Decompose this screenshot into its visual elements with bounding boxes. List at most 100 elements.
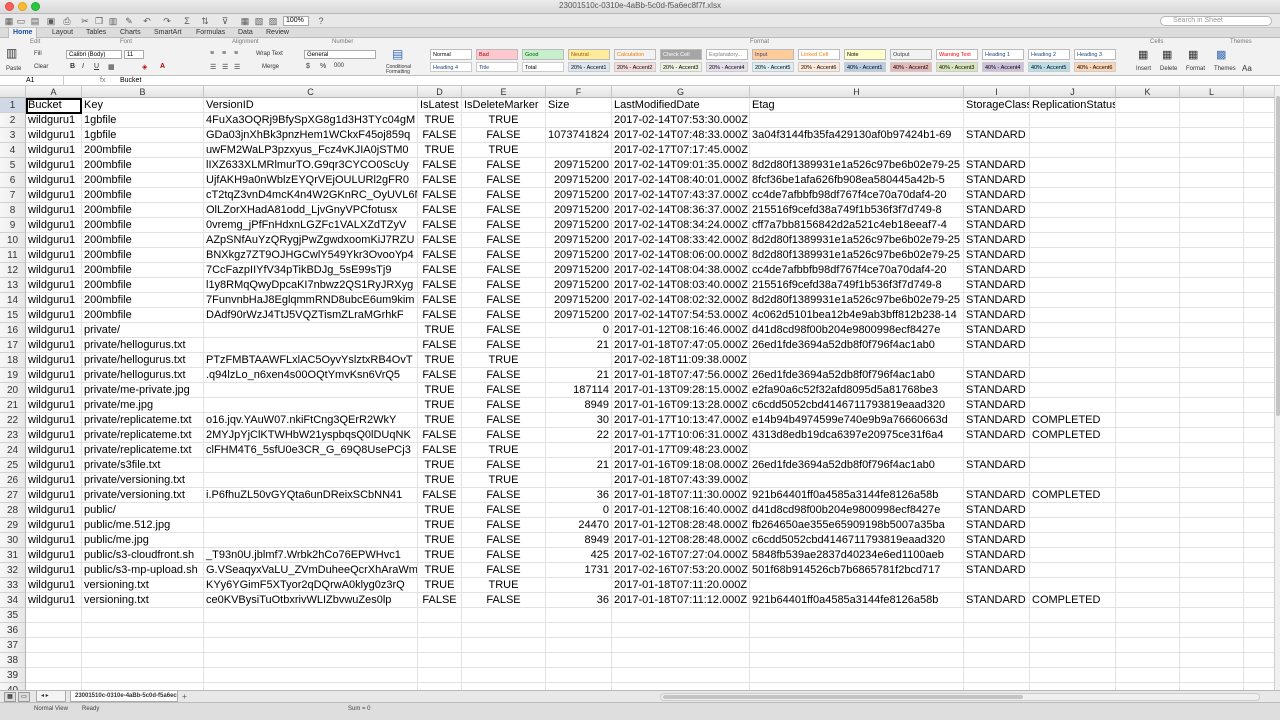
cell[interactable]: FALSE bbox=[418, 158, 462, 173]
cell[interactable]: 1073741824 bbox=[546, 128, 612, 143]
zoom-selector[interactable]: 100% bbox=[283, 16, 309, 26]
cell[interactable]: TRUE bbox=[418, 578, 462, 593]
cell[interactable]: wildguru1 bbox=[26, 353, 82, 368]
cell[interactable] bbox=[1116, 488, 1180, 503]
row-header[interactable]: 1 bbox=[0, 98, 26, 113]
cell[interactable]: FALSE bbox=[418, 128, 462, 143]
row-header[interactable]: 39 bbox=[0, 668, 26, 683]
redo-icon[interactable]: ↷ bbox=[162, 16, 172, 26]
cell[interactable] bbox=[750, 443, 964, 458]
cell[interactable]: 2017-02-18T11:09:38.000Z bbox=[612, 353, 750, 368]
cell[interactable] bbox=[964, 473, 1030, 488]
cell[interactable]: STANDARD bbox=[964, 323, 1030, 338]
column-header-8[interactable]: I bbox=[964, 86, 1030, 98]
themes-icon[interactable]: ▩ bbox=[1216, 48, 1226, 61]
cell[interactable]: FALSE bbox=[462, 128, 546, 143]
cell[interactable]: STANDARD bbox=[964, 308, 1030, 323]
cell[interactable] bbox=[204, 398, 418, 413]
cell[interactable] bbox=[418, 683, 462, 690]
cell[interactable]: BNXkgz7ZT9OJHGCwlY549Ykr3OvooYp4 bbox=[204, 248, 418, 263]
cell[interactable] bbox=[418, 653, 462, 668]
cell[interactable]: o16.jqv.YAuW07.nkiFtCng3QErR2WkY bbox=[204, 413, 418, 428]
cell[interactable]: private/ bbox=[82, 323, 204, 338]
cell[interactable] bbox=[26, 653, 82, 668]
header-cell[interactable] bbox=[1180, 98, 1244, 113]
cell-style-bottom-5[interactable]: 20% - Accent3 bbox=[660, 62, 702, 72]
cell[interactable]: 2017-01-18T07:47:56.000Z bbox=[612, 368, 750, 383]
cell[interactable] bbox=[1180, 623, 1244, 638]
cell[interactable]: 7CcFazpIIYfV34pTikBDJg_5sE99sTj9 bbox=[204, 263, 418, 278]
cell[interactable]: l1y8RMqQwyDpcaKI7nbwz2QS1RyJRXyg bbox=[204, 278, 418, 293]
cell[interactable] bbox=[1030, 338, 1116, 353]
cell[interactable] bbox=[1180, 158, 1244, 173]
cell[interactable] bbox=[1180, 173, 1244, 188]
cell[interactable]: FALSE bbox=[418, 248, 462, 263]
cell[interactable] bbox=[750, 353, 964, 368]
cell[interactable]: 200mbfile bbox=[82, 278, 204, 293]
cell[interactable] bbox=[1116, 338, 1180, 353]
cell-style-top-4[interactable]: Calculation bbox=[614, 49, 656, 60]
cell[interactable]: public/s3-cloudfront.sh bbox=[82, 548, 204, 563]
cell[interactable]: wildguru1 bbox=[26, 293, 82, 308]
row-header[interactable]: 11 bbox=[0, 248, 26, 263]
row-header[interactable]: 18 bbox=[0, 353, 26, 368]
cell[interactable] bbox=[1030, 608, 1116, 623]
cell-style-top-11[interactable]: Warning Text bbox=[936, 49, 978, 60]
cell[interactable]: 8949 bbox=[546, 398, 612, 413]
cell[interactable] bbox=[1116, 233, 1180, 248]
cell[interactable]: 36 bbox=[546, 593, 612, 608]
cell[interactable] bbox=[1116, 143, 1180, 158]
cell[interactable] bbox=[26, 608, 82, 623]
cell[interactable]: STANDARD bbox=[964, 503, 1030, 518]
cell[interactable] bbox=[546, 443, 612, 458]
borders-icon[interactable]: ▦ bbox=[108, 63, 115, 71]
cell[interactable] bbox=[1180, 428, 1244, 443]
cell[interactable] bbox=[750, 113, 964, 128]
wrap-text-button[interactable]: Wrap Text bbox=[256, 51, 283, 57]
cell[interactable]: cT2tqZ3vnD4mcK4n4W2GKnRC_OyUVL6N bbox=[204, 188, 418, 203]
cell[interactable]: TRUE bbox=[462, 113, 546, 128]
cell[interactable]: e14b94b4974599e740e9b9a76660663d bbox=[750, 413, 964, 428]
cell[interactable]: FALSE bbox=[418, 173, 462, 188]
cell[interactable] bbox=[750, 653, 964, 668]
cell[interactable]: 2017-02-16T07:53:20.000Z bbox=[612, 563, 750, 578]
cell[interactable] bbox=[1180, 518, 1244, 533]
cell[interactable]: wildguru1 bbox=[26, 143, 82, 158]
cell[interactable] bbox=[418, 638, 462, 653]
cell[interactable]: TRUE bbox=[462, 473, 546, 488]
column-header-2[interactable]: C bbox=[204, 86, 418, 98]
cell[interactable]: ce0KVBysiTuOtbxrivWLIZbvwuZes0lp bbox=[204, 593, 418, 608]
cell[interactable]: FALSE bbox=[462, 593, 546, 608]
cell[interactable] bbox=[1030, 263, 1116, 278]
cell[interactable]: 26ed1fde3694a52db8f0f796f4ac1ab0 bbox=[750, 458, 964, 473]
row-header[interactable]: 19 bbox=[0, 368, 26, 383]
cell[interactable]: private/hellogurus.txt bbox=[82, 368, 204, 383]
cell[interactable]: TRUE bbox=[462, 353, 546, 368]
cell[interactable] bbox=[462, 638, 546, 653]
currency-icon[interactable]: $ bbox=[306, 63, 310, 70]
cell[interactable]: FALSE bbox=[418, 488, 462, 503]
fill-button[interactable]: Fill bbox=[34, 51, 42, 57]
horizontal-scrollbar[interactable] bbox=[660, 693, 1260, 701]
cell[interactable] bbox=[546, 638, 612, 653]
filter-icon[interactable]: ⊽ bbox=[220, 16, 230, 26]
cell[interactable] bbox=[1030, 203, 1116, 218]
cell[interactable] bbox=[1030, 128, 1116, 143]
cell[interactable]: FALSE bbox=[418, 308, 462, 323]
cell[interactable] bbox=[1116, 293, 1180, 308]
cell[interactable] bbox=[1180, 458, 1244, 473]
cell-style-top-13[interactable]: Heading 2 bbox=[1028, 49, 1070, 60]
header-cell[interactable]: Key bbox=[82, 98, 204, 113]
cell[interactable]: d41d8cd98f00b204e9800998ecf8427e bbox=[750, 503, 964, 518]
cell[interactable]: 2017-01-18T07:47:05.000Z bbox=[612, 338, 750, 353]
cell[interactable] bbox=[1030, 158, 1116, 173]
cell[interactable]: 3a04f3144fb35fa429130af0b97424b1-69 bbox=[750, 128, 964, 143]
cell[interactable]: TRUE bbox=[418, 398, 462, 413]
cell[interactable] bbox=[204, 608, 418, 623]
cell[interactable] bbox=[462, 668, 546, 683]
tab-review[interactable]: Review bbox=[262, 28, 293, 38]
cell[interactable] bbox=[1180, 248, 1244, 263]
cell[interactable] bbox=[750, 683, 964, 690]
cell[interactable]: wildguru1 bbox=[26, 113, 82, 128]
cell[interactable] bbox=[1116, 353, 1180, 368]
